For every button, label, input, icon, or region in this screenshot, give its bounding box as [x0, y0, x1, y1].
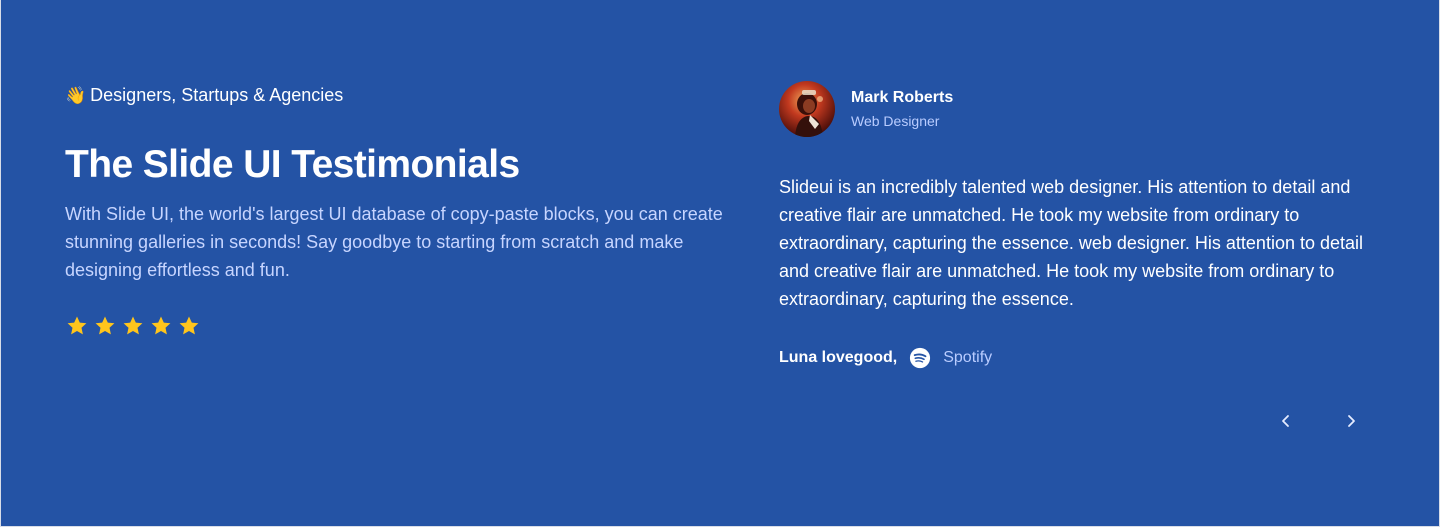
section-description: With Slide UI, the world's largest UI da… [65, 203, 723, 280]
waving-hand-icon: 👋 [65, 85, 87, 105]
section-title: The Slide UI Testimonials [65, 143, 520, 186]
testimonial-card: Mark Roberts Web Designer Slideui is an … [779, 81, 1391, 370]
testimonials-section: 👋 Designers, Startups & Agencies The Sli… [0, 0, 1440, 527]
next-button[interactable] [1335, 405, 1367, 437]
author-name: Mark Roberts [851, 88, 954, 106]
author-info: Mark Roberts Web Designer [779, 81, 1391, 137]
avatar [779, 81, 835, 137]
previous-button[interactable] [1270, 405, 1302, 437]
testimonial-quote: Slideui is an incredibly talented web de… [779, 177, 1364, 309]
eyebrow: 👋 Designers, Startups & Agencies [65, 82, 745, 108]
chevron-right-icon [1348, 415, 1355, 427]
star-icon [95, 316, 115, 335]
eyebrow-label: Designers, Startups & Agencies [90, 84, 344, 105]
star-rating [65, 314, 745, 338]
testimonial-source: Luna lovegood, Spotify [779, 346, 1391, 370]
author-role: Web Designer [851, 112, 940, 129]
star-icon [179, 316, 199, 335]
intro-column: 👋 Designers, Startups & Agencies The Sli… [65, 82, 745, 338]
star-icon [151, 316, 171, 335]
star-icon [123, 316, 143, 335]
spotify-icon [910, 347, 931, 369]
source-brand: Spotify [943, 349, 993, 366]
source-name: Luna lovegood, [779, 349, 898, 366]
star-icon [67, 316, 87, 335]
chevron-left-icon [1282, 415, 1289, 427]
